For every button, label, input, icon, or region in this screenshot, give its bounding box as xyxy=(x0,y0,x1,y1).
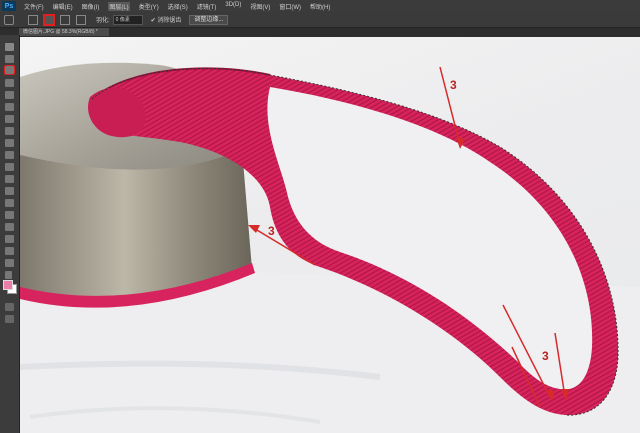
menu-edit[interactable]: 编辑(E) xyxy=(53,2,73,11)
crop-tool-icon[interactable] xyxy=(5,91,14,99)
type-tool-icon[interactable] xyxy=(5,223,14,231)
menu-select[interactable]: 选择(S) xyxy=(168,2,188,11)
annotation-label-3: 3 xyxy=(542,349,549,363)
add-to-selection-icon[interactable] xyxy=(44,14,54,25)
quick-select-tool-icon[interactable] xyxy=(5,79,14,87)
eyedropper-tool-icon[interactable] xyxy=(5,103,14,111)
menu-help[interactable]: 帮助(H) xyxy=(310,2,330,11)
path-select-tool-icon[interactable] xyxy=(5,235,14,243)
shape-tool-icon[interactable] xyxy=(5,247,14,255)
eraser-tool-icon[interactable] xyxy=(5,163,14,171)
annotation-label-2: 3 xyxy=(268,224,275,238)
move-tool-icon[interactable] xyxy=(5,43,14,51)
photoshop-logo: Ps xyxy=(2,1,16,11)
menu-view[interactable]: 视图(V) xyxy=(250,2,270,11)
annotation-label-1: 3 xyxy=(450,78,457,92)
history-brush-tool-icon[interactable] xyxy=(5,151,14,159)
lasso-preset-icon[interactable] xyxy=(4,14,14,25)
magnetic-lasso-tool-icon[interactable] xyxy=(4,65,15,75)
menu-list: 文件(F) 编辑(E) 图像(I) 图层(L) 类型(Y) 选择(S) 滤镜(T… xyxy=(24,1,330,11)
menu-type[interactable]: 类型(Y) xyxy=(139,2,159,11)
document-tab[interactable]: 微信图片.JPG @ 58.3%(RGB/8) * xyxy=(19,28,109,36)
marquee-tool-icon[interactable] xyxy=(5,55,14,63)
feather-input[interactable]: 0 像素 xyxy=(112,14,143,25)
menu-bar: Ps 文件(F) 编辑(E) 图像(I) 图层(L) 类型(Y) 选择(S) 滤… xyxy=(0,0,640,12)
clone-stamp-tool-icon[interactable] xyxy=(5,139,14,147)
new-selection-icon[interactable] xyxy=(28,14,38,25)
antialias-checkbox[interactable]: ✔ 消除锯齿 xyxy=(151,15,182,24)
brush-tool-icon[interactable] xyxy=(5,127,14,135)
options-bar: 羽化: 0 像素 ✔ 消除锯齿 调整边缘... xyxy=(0,12,640,28)
quick-mask-icon[interactable] xyxy=(5,303,14,311)
menu-filter[interactable]: 滤镜(T) xyxy=(197,2,217,11)
blur-tool-icon[interactable] xyxy=(5,187,14,195)
screen-mode-icon[interactable] xyxy=(5,315,14,323)
foreground-color-swatch[interactable] xyxy=(3,280,13,290)
menu-file[interactable]: 文件(F) xyxy=(24,2,44,11)
menu-window[interactable]: 窗口(W) xyxy=(279,2,301,11)
pen-tool-icon[interactable] xyxy=(5,211,14,219)
antialias-label: 消除锯齿 xyxy=(157,18,182,24)
dodge-tool-icon[interactable] xyxy=(5,199,14,207)
menu-3d[interactable]: 3D(D) xyxy=(225,2,241,11)
feather-label: 羽化: xyxy=(96,18,110,24)
document-canvas[interactable]: 3 3 3 xyxy=(20,37,640,433)
hand-tool-icon[interactable] xyxy=(5,259,14,267)
refine-edge-button[interactable]: 调整边缘... xyxy=(189,14,229,25)
gradient-tool-icon[interactable] xyxy=(5,175,14,183)
zoom-tool-icon[interactable] xyxy=(5,271,12,279)
subtract-selection-icon[interactable] xyxy=(60,14,70,25)
healing-tool-icon[interactable] xyxy=(5,115,14,123)
menu-image[interactable]: 图像(I) xyxy=(82,2,100,11)
canvas-image: 3 3 3 xyxy=(20,62,640,433)
tools-panel xyxy=(0,35,20,433)
menu-layer[interactable]: 图层(L) xyxy=(108,1,130,11)
intersect-selection-icon[interactable] xyxy=(76,14,86,25)
